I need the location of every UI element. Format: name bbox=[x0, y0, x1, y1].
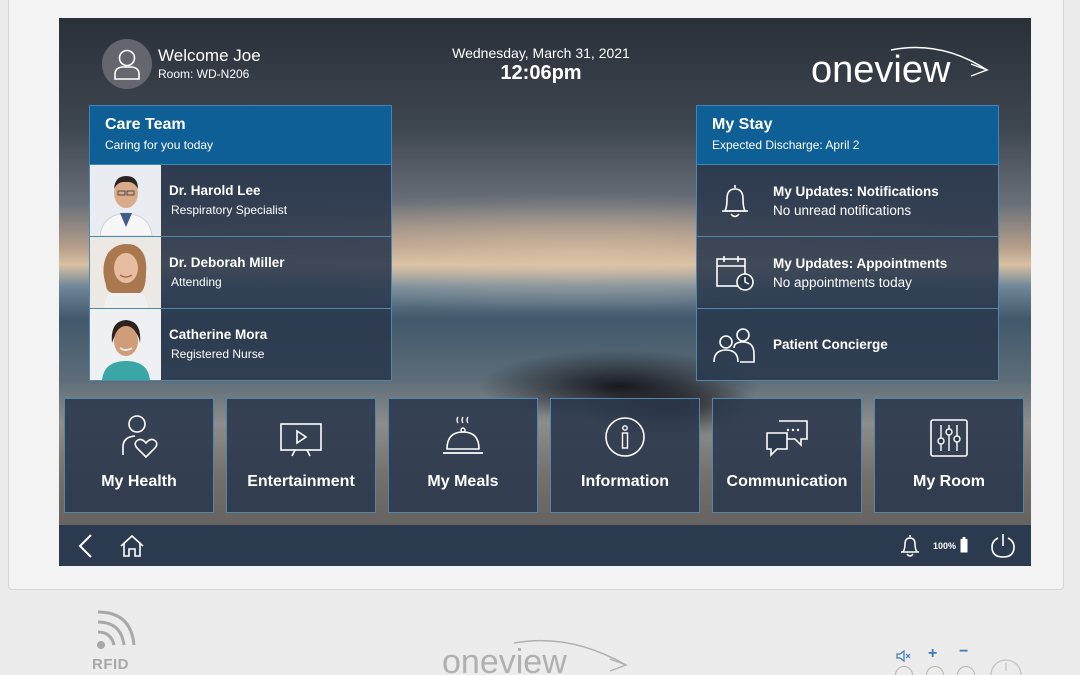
room-number: Room: WD-N206 bbox=[158, 67, 250, 81]
member-name: Dr. Deborah Miller bbox=[169, 255, 285, 270]
doctor-photo bbox=[90, 165, 161, 236]
tile-my-room[interactable]: My Room bbox=[874, 398, 1024, 513]
care-team-subtitle: Caring for you today bbox=[105, 138, 214, 152]
doctor-photo bbox=[90, 237, 161, 308]
tile-entertainment[interactable]: Entertainment bbox=[226, 398, 376, 513]
device-oneview-logo: oneview bbox=[442, 639, 628, 675]
member-name: Dr. Harold Lee bbox=[169, 183, 261, 198]
tile-label: My Meals bbox=[427, 473, 499, 490]
chat-bubbles-icon bbox=[766, 420, 808, 457]
current-time: 12:06pm bbox=[500, 62, 582, 84]
stay-item-subtitle: No appointments today bbox=[773, 274, 912, 290]
stay-item-title: My Updates: Appointments bbox=[773, 255, 948, 271]
notifications-item[interactable]: My Updates: Notifications No unread noti… bbox=[696, 165, 999, 237]
home-icon[interactable] bbox=[119, 534, 145, 558]
member-name: Catherine Mora bbox=[169, 327, 268, 342]
back-chevron-icon[interactable] bbox=[77, 533, 95, 559]
user-avatar[interactable] bbox=[102, 39, 152, 89]
health-person-icon bbox=[122, 415, 158, 459]
stay-item-subtitle: No unread notifications bbox=[773, 202, 912, 218]
volume-up-button[interactable] bbox=[926, 666, 944, 675]
care-team-title: Care Team bbox=[105, 116, 186, 133]
welcome-text: Welcome Joe bbox=[158, 46, 261, 65]
expected-discharge: Expected Discharge: April 2 bbox=[712, 138, 860, 152]
power-icon[interactable] bbox=[989, 532, 1017, 560]
battery-level: 100% bbox=[933, 541, 957, 551]
care-team-panel: Care Team Caring for you today Dr. Harol… bbox=[89, 105, 392, 381]
my-stay-header[interactable]: My Stay Expected Discharge: April 2 bbox=[696, 105, 999, 165]
people-icon bbox=[713, 327, 755, 363]
calendar-clock-icon bbox=[716, 255, 754, 291]
person-icon bbox=[114, 49, 140, 80]
mute-icon bbox=[896, 649, 911, 663]
care-team-member[interactable]: Dr. Deborah Miller Attending bbox=[89, 237, 392, 309]
tv-play-icon bbox=[280, 423, 322, 457]
device-power-button[interactable] bbox=[990, 659, 1024, 675]
care-team-member[interactable]: Dr. Harold Lee Respiratory Specialist bbox=[89, 165, 392, 237]
bell-icon[interactable] bbox=[899, 533, 921, 559]
care-team-header[interactable]: Care Team Caring for you today bbox=[89, 105, 392, 165]
tile-communication[interactable]: Communication bbox=[712, 398, 862, 513]
tile-my-health[interactable]: My Health bbox=[64, 398, 214, 513]
info-icon bbox=[605, 417, 645, 457]
tile-label: My Room bbox=[913, 473, 985, 490]
tablet-frame: Welcome Joe Room: WD-N206 Wednesday, Mar… bbox=[8, 0, 1064, 590]
current-date: Wednesday, March 31, 2021 bbox=[452, 45, 630, 61]
care-team-member[interactable]: Catherine Mora Registered Nurse bbox=[89, 309, 392, 381]
battery-icon bbox=[960, 537, 968, 553]
oneview-logo: oneview bbox=[811, 46, 989, 90]
volume-down-label: − bbox=[959, 643, 969, 660]
screen: Welcome Joe Room: WD-N206 Wednesday, Mar… bbox=[59, 18, 1031, 566]
volume-up-label: + bbox=[928, 645, 938, 662]
device-logo-text: oneview bbox=[442, 643, 567, 675]
bell-icon bbox=[722, 184, 748, 217]
bottom-bar: 100% bbox=[59, 525, 1031, 566]
nurse-photo bbox=[90, 309, 161, 380]
stay-item-title: Patient Concierge bbox=[773, 337, 888, 352]
tile-label: Information bbox=[581, 473, 669, 490]
my-stay-panel: My Stay Expected Discharge: April 2 My U… bbox=[696, 105, 999, 381]
mute-button[interactable] bbox=[895, 666, 913, 675]
member-role: Attending bbox=[171, 275, 222, 289]
patient-concierge-item[interactable]: Patient Concierge bbox=[696, 309, 999, 381]
tile-label: My Health bbox=[101, 473, 177, 490]
tile-my-meals[interactable]: My Meals bbox=[388, 398, 538, 513]
food-cloche-icon bbox=[443, 416, 483, 454]
tile-label: Communication bbox=[726, 473, 848, 490]
appointments-item[interactable]: My Updates: Appointments No appointments… bbox=[696, 237, 999, 309]
member-role: Registered Nurse bbox=[171, 347, 265, 361]
tile-label: Entertainment bbox=[247, 473, 355, 490]
rfid-label: RFID bbox=[92, 656, 129, 673]
member-role: Respiratory Specialist bbox=[171, 203, 288, 217]
stay-item-title: My Updates: Notifications bbox=[773, 183, 939, 199]
tile-information[interactable]: Information bbox=[550, 398, 700, 513]
rfid-icon bbox=[97, 610, 136, 649]
logo-text: oneview bbox=[811, 49, 951, 90]
volume-down-button[interactable] bbox=[957, 666, 975, 675]
sliders-icon bbox=[930, 419, 968, 457]
my-stay-title: My Stay bbox=[712, 116, 773, 133]
